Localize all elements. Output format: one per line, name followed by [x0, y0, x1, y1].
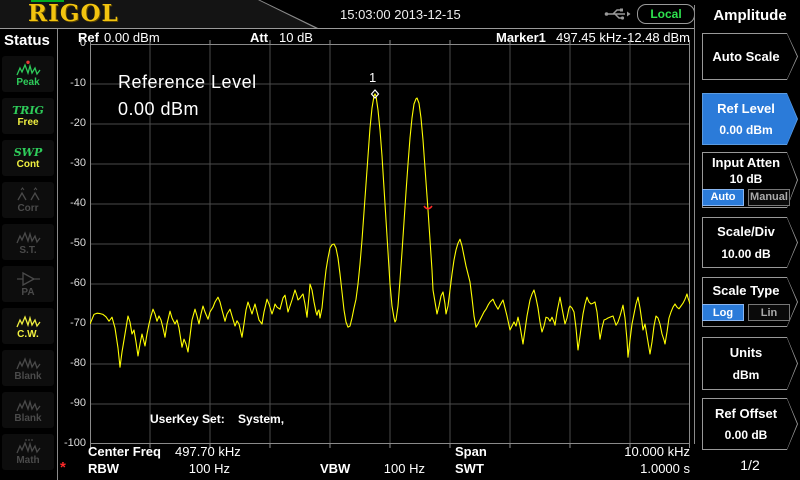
y-axis-label: -30 [40, 157, 86, 169]
status-item-label: Peak [16, 77, 39, 88]
y-axis-label: -40 [40, 197, 86, 209]
wave-icon [16, 354, 41, 371]
topbar-separator [0, 28, 694, 29]
center-freq-label: Center Freq [88, 444, 161, 459]
vbw-value: 100 Hz [360, 461, 425, 476]
y-axis-label: -90 [40, 397, 86, 409]
center-freq-value: 497.70 kHz [175, 444, 241, 459]
status-item-mode: TRIG [12, 104, 44, 117]
analyzer-screen: RIGOL 15:03:00 2013-12-15 Local Status P… [0, 0, 800, 480]
wave-icon [16, 396, 41, 413]
y-axis-label: -100 [40, 437, 86, 449]
wave-icon [16, 228, 41, 245]
marker-1-flag: 1 [369, 70, 376, 85]
status-item-label: PA [21, 287, 34, 298]
wave-icon [16, 312, 41, 329]
menu-button-scale-div[interactable]: Scale/Div 10.00 dB [702, 217, 798, 268]
menu-page-indicator: 1/2 [700, 457, 800, 473]
status-item-label: Cont [17, 159, 40, 170]
status-item-label: C.W. [17, 329, 39, 340]
status-item-label: Math [16, 455, 39, 466]
userkey-message: UserKey Set: System, [150, 412, 284, 426]
softkey-label: Scale Type [713, 283, 780, 298]
toggle-option-lin[interactable]: Lin [748, 304, 790, 321]
softkey-label: Units [730, 345, 763, 360]
reference-level-value: 0.00 dBm [118, 99, 199, 120]
vbw-label: VBW [320, 461, 350, 476]
softkey-label: Ref Offset [715, 406, 777, 421]
status-item-label: Blank [14, 413, 41, 424]
y-axis-label: -50 [40, 237, 86, 249]
softkey-toggle: AutoManual [702, 189, 790, 206]
uncal-star: * [60, 459, 66, 476]
y-axis-label: -80 [40, 357, 86, 369]
menu-button-units[interactable]: Units dBm [702, 337, 798, 390]
top-green-line [31, 0, 64, 2]
rbw-value: 100 Hz [150, 461, 230, 476]
amp-icon [16, 270, 41, 287]
panel-separator [694, 5, 695, 444]
softkey-content: Ref Level 0.00 dBm [702, 93, 790, 145]
softkey-content: Input Atten 10 dB AutoManual [702, 152, 790, 208]
softkey-content: Auto Scale [702, 33, 790, 80]
usb-icon [603, 6, 631, 22]
softkey-toggle: LogLin [702, 304, 790, 321]
softkey-value: 10 dB [730, 172, 763, 186]
status-item-label: Corr [17, 203, 38, 214]
softkey-content: Ref Offset 0.00 dB [702, 398, 790, 450]
softkey-label: Auto Scale [712, 49, 779, 64]
menu-title: Amplitude [700, 7, 800, 24]
softkey-value: 10.00 dB [721, 247, 770, 261]
toggle-option-log[interactable]: Log [702, 304, 744, 321]
span-label: Span [455, 444, 487, 459]
menu-button-scale-type[interactable]: Scale Type LogLin [702, 277, 798, 327]
softkey-label: Ref Level [717, 101, 775, 116]
softkey-menu: Amplitude Auto Scale Ref Level 0.00 dBm Inp… [700, 0, 800, 480]
softkey-value: 0.00 dBm [719, 123, 772, 137]
softkey-content: Scale/Div 10.00 dB [702, 217, 790, 268]
softkey-label: Scale/Div [717, 224, 775, 239]
softkey-value: dBm [733, 368, 760, 382]
local-badge[interactable]: Local [637, 4, 695, 24]
status-panel: Status PeakTRIGFreeSWPContCorrS.T.PAC.W.… [0, 29, 57, 480]
softkey-label: Input Atten [712, 155, 780, 170]
status-item-label: Free [17, 117, 38, 128]
menu-button-ref-offset[interactable]: Ref Offset 0.00 dB [702, 398, 798, 450]
span-value: 10.000 kHz [600, 444, 690, 459]
menu-button-input-atten[interactable]: Input Atten 10 dB AutoManual [702, 152, 798, 208]
softkey-content: Scale Type LogLin [702, 277, 790, 327]
status-item-label: Blank [14, 371, 41, 382]
wave-corr-icon [16, 186, 41, 203]
wave-math-icon [16, 438, 41, 455]
y-axis-label: -70 [40, 317, 86, 329]
reference-level-annotation: Reference Level [118, 72, 257, 93]
toggle-option-auto[interactable]: Auto [702, 189, 744, 206]
menu-button-ref-level[interactable]: Ref Level 0.00 dBm [702, 93, 798, 145]
status-item-mode: SWP [14, 146, 43, 159]
status-item-label: S.T. [19, 245, 36, 256]
y-axis-label: 0 [40, 37, 86, 49]
y-axis-label: -20 [40, 117, 86, 129]
status-separator [57, 29, 58, 480]
wave-peak-icon [16, 60, 41, 77]
swt-label: SWT [455, 461, 484, 476]
menu-button-auto-scale[interactable]: Auto Scale [702, 33, 798, 80]
local-label: Local [650, 7, 681, 21]
rbw-label: RBW [88, 461, 119, 476]
softkey-value: 0.00 dB [725, 428, 768, 442]
softkey-content: Units dBm [702, 337, 790, 390]
toggle-option-manual[interactable]: Manual [748, 189, 790, 206]
swt-value: 1.0000 s [600, 461, 690, 476]
y-axis-label: -10 [40, 77, 86, 89]
y-axis-label: -60 [40, 277, 86, 289]
clock: 15:03:00 2013-12-15 [340, 7, 461, 22]
rigol-logo: RIGOL [28, 0, 119, 27]
